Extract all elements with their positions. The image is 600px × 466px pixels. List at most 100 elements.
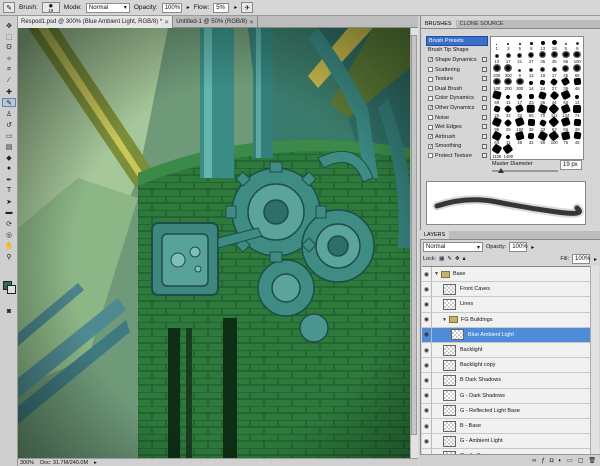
dodge-tool-icon[interactable]: ●: [2, 164, 16, 173]
lock-icon[interactable]: [482, 85, 487, 91]
brush-option-item[interactable]: Brush Presets: [426, 36, 488, 46]
brush-option-item[interactable]: Noise: [426, 113, 488, 123]
master-diameter-input[interactable]: 19 px: [560, 160, 582, 170]
brush-option-item[interactable]: ✓ Shape Dynamics: [426, 55, 488, 65]
brush-preset-cell[interactable]: 55: [526, 104, 538, 118]
layer-row[interactable]: ◉ B Dark Shadows: [422, 373, 590, 389]
canvas-scroll-thumb[interactable]: [411, 35, 417, 435]
lock-image-icon[interactable]: ✎: [447, 256, 452, 262]
crop-tool-icon[interactable]: ⌗: [2, 65, 16, 74]
layer-row[interactable]: ◉ Backlight: [422, 343, 590, 359]
brush-tool-preset-icon[interactable]: ✎: [3, 2, 15, 13]
brush-preset-cell[interactable]: 19: [549, 37, 561, 51]
opacity-input[interactable]: 100%: [161, 2, 182, 13]
visibility-eye-icon[interactable]: ◉: [422, 312, 432, 327]
fill-slider-toggle[interactable]: ▸: [594, 256, 597, 263]
move-tool-icon[interactable]: ✥: [2, 21, 16, 30]
visibility-eye-icon[interactable]: ◉: [422, 358, 432, 373]
slider-thumb-icon[interactable]: [498, 168, 504, 173]
checkbox[interactable]: [428, 95, 433, 101]
layer-opacity-input[interactable]: 100%: [509, 242, 528, 252]
brush-preset-cell[interactable]: 21: [514, 51, 526, 64]
brush-preset-cell[interactable]: 45: [560, 64, 572, 78]
pen-tool-icon[interactable]: ✒: [2, 175, 16, 184]
layer-row[interactable]: ◉ G - Reflected Light Base: [422, 403, 590, 419]
brush-preset-cell[interactable]: 74: [572, 104, 584, 118]
brush-preset-cell[interactable]: 17: [503, 51, 515, 64]
type-tool-icon[interactable]: T: [2, 186, 16, 195]
lock-icon[interactable]: [482, 66, 487, 72]
add-mask-icon[interactable]: ◘: [550, 458, 554, 464]
brush-preset-cell[interactable]: 23: [526, 91, 538, 105]
visibility-eye-icon[interactable]: ◉: [422, 297, 432, 312]
visibility-eye-icon[interactable]: ◉: [422, 403, 432, 418]
visibility-eye-icon[interactable]: ◉: [422, 419, 432, 434]
lock-transparency-icon[interactable]: ▦: [439, 256, 444, 262]
brush-preset-cell[interactable]: 134: [560, 103, 572, 118]
layer-row[interactable]: ◉ ▼ Base: [422, 267, 590, 283]
lock-icon[interactable]: [482, 114, 487, 120]
brush-preset-cell[interactable]: 200: [491, 64, 503, 78]
layer-row[interactable]: ◉ G - Dark Shadows: [422, 388, 590, 404]
brush-preset-cell[interactable]: 9: [526, 37, 538, 51]
layers-scrollbar[interactable]: [590, 266, 599, 454]
link-layers-icon[interactable]: ∞: [532, 458, 536, 464]
brush-preset-cell[interactable]: 17: [514, 91, 526, 105]
brush-option-item[interactable]: Brush Tip Shape: [426, 46, 488, 56]
visibility-eye-icon[interactable]: ◉: [422, 434, 432, 449]
brush-preset-cell[interactable]: 65: [560, 50, 572, 64]
visibility-eye-icon[interactable]: ◉: [422, 343, 432, 358]
flow-slider-toggle[interactable]: ▸: [234, 4, 237, 11]
brush-preset-cell[interactable]: 13: [526, 64, 538, 78]
brush-preset-cell[interactable]: 300: [503, 64, 515, 78]
brush-preset-cell[interactable]: 36: [526, 118, 538, 132]
layer-row[interactable]: ◉ Backlight copy: [422, 358, 590, 374]
blend-mode-select[interactable]: Normal ▾: [423, 242, 483, 252]
gradient-tool-icon[interactable]: ▤: [2, 142, 16, 151]
tab-brushes[interactable]: BRUSHES: [421, 19, 456, 28]
zoom-level[interactable]: 300%: [20, 460, 34, 466]
brush-preset-cell[interactable]: 13: [537, 37, 549, 51]
3d-orbit-tool-icon[interactable]: ◎: [2, 230, 16, 239]
brush-option-item[interactable]: Protect Texture: [426, 151, 488, 161]
brush-preset-cell[interactable]: 55: [537, 130, 549, 145]
brush-preset-cell[interactable]: 63: [491, 130, 503, 145]
hand-tool-icon[interactable]: ✋: [2, 241, 16, 250]
new-layer-icon[interactable]: ▢: [578, 457, 584, 464]
brush-preset-cell[interactable]: 100: [548, 129, 561, 145]
brush-tool-icon[interactable]: ✎: [2, 98, 16, 107]
visibility-eye-icon[interactable]: ◉: [422, 388, 432, 403]
shape-tool-icon[interactable]: ▬: [2, 208, 16, 217]
brush-option-item[interactable]: Scattering: [426, 65, 488, 75]
opacity-slider-toggle[interactable]: ▸: [187, 4, 190, 11]
group-expand-icon[interactable]: ▼: [442, 317, 447, 323]
brush-preset-cell[interactable]: 100: [572, 50, 584, 64]
lock-icon[interactable]: [482, 95, 487, 101]
path-selection-tool-icon[interactable]: ➤: [2, 197, 16, 206]
visibility-eye-icon[interactable]: ◉: [422, 327, 432, 342]
brush-preset-cell[interactable]: 44: [549, 90, 561, 105]
lock-icon[interactable]: [482, 124, 487, 130]
blur-tool-icon[interactable]: ◆: [2, 153, 16, 162]
checkbox[interactable]: [428, 153, 433, 159]
airbrush-icon[interactable]: ✈: [241, 2, 254, 13]
clone-stamp-tool-icon[interactable]: ♙: [2, 109, 16, 118]
brush-preset-cell[interactable]: 33: [537, 118, 549, 132]
brush-preset-cell[interactable]: 3: [503, 37, 515, 51]
brush-preset-cell[interactable]: 33: [503, 104, 515, 118]
status-menu-arrow[interactable]: ▸: [94, 460, 97, 466]
brush-preset-cell[interactable]: 11: [503, 91, 515, 105]
brush-preset-cell[interactable]: 46: [572, 77, 584, 91]
history-brush-tool-icon[interactable]: ↺: [2, 120, 16, 129]
visibility-eye-icon[interactable]: ◉: [422, 282, 432, 297]
tab-layers[interactable]: LAYERS: [420, 230, 450, 239]
brush-preset-cell[interactable]: 45: [549, 51, 561, 64]
brush-preset-cell[interactable]: 65: [572, 64, 584, 78]
checkbox[interactable]: [428, 67, 433, 73]
checkbox[interactable]: [428, 124, 433, 130]
brush-preset-cell[interactable]: 13: [491, 51, 503, 64]
lock-position-icon[interactable]: ✥: [455, 256, 460, 262]
zoom-tool-icon[interactable]: ⚲: [2, 252, 16, 261]
tab-clone-source[interactable]: CLONE SOURCE: [456, 19, 508, 28]
eyedropper-tool-icon[interactable]: ⁄: [2, 76, 16, 85]
